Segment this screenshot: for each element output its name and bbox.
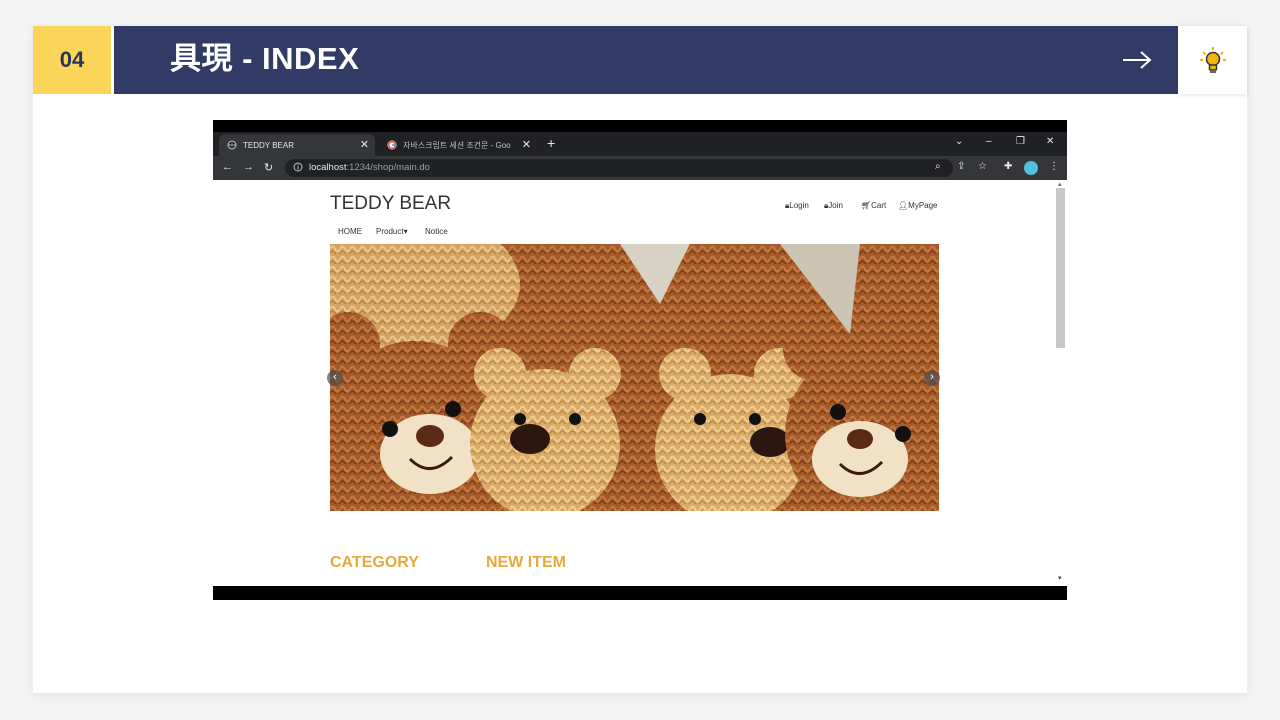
google-icon bbox=[387, 140, 397, 150]
teddy-bears-photo bbox=[330, 244, 939, 511]
section-number: 04 bbox=[59, 47, 85, 72]
web-page: TEDDY BEAR 🔒︎Login 🔒︎Join 🛒︎Cart 👤︎MyPag… bbox=[213, 180, 1067, 586]
title-bar: 具現 - INDEX bbox=[114, 26, 1178, 94]
site-brand[interactable]: TEDDY BEAR bbox=[330, 193, 451, 215]
carousel-next-icon[interactable]: › bbox=[924, 370, 940, 386]
scroll-down-icon[interactable]: ▾ bbox=[1058, 574, 1062, 582]
cart-link[interactable]: 🛒︎Cart bbox=[861, 201, 886, 210]
section-number-badge: 04 bbox=[33, 26, 111, 94]
url-text: localhost:1234/shop/main.do bbox=[309, 162, 430, 173]
reload-icon[interactable]: ↻ bbox=[264, 161, 273, 174]
browser-tab-label: 자바스크립트 세션 조건문 - Goo bbox=[403, 140, 511, 150]
menu-product[interactable]: Product▾ bbox=[376, 227, 408, 236]
globe-icon bbox=[227, 140, 237, 150]
mypage-label: MyPage bbox=[908, 201, 938, 210]
more-menu-icon[interactable]: ⋮ bbox=[1049, 161, 1059, 172]
lightbulb-icon bbox=[1199, 47, 1226, 73]
close-icon[interactable]: ✕ bbox=[522, 138, 531, 151]
browser-tab-strip: TEDDY BEAR ✕ 자바스크립트 세션 조건문 - Goo ✕ + ⌄ –… bbox=[213, 132, 1067, 156]
category-heading: CATEGORY bbox=[330, 554, 419, 571]
url-host: localhost bbox=[309, 162, 347, 173]
carousel-prev-icon[interactable]: ‹ bbox=[327, 370, 343, 386]
minimize-icon[interactable]: – bbox=[986, 136, 992, 147]
browser-tab-inactive[interactable]: 자바스크립트 세션 조건문 - Goo ✕ bbox=[379, 134, 537, 156]
forward-icon[interactable]: → bbox=[243, 161, 254, 173]
browser-screenshot: TEDDY BEAR ✕ 자바스크립트 세션 조건문 - Goo ✕ + ⌄ –… bbox=[213, 120, 1067, 600]
arrow-right-icon[interactable] bbox=[1122, 49, 1152, 71]
menu-home[interactable]: HOME bbox=[338, 227, 362, 236]
join-label: Join bbox=[828, 201, 843, 210]
login-link[interactable]: 🔒︎Login bbox=[785, 201, 809, 211]
window-close-icon[interactable]: ✕ bbox=[1046, 136, 1054, 147]
browser-toolbar: ← → ↻ localhost:1234/shop/main.do ⌕ ⇪ ☆ … bbox=[213, 156, 1067, 180]
url-path: :1234/shop/main.do bbox=[346, 162, 430, 173]
chevron-down-icon[interactable]: ⌄ bbox=[955, 136, 963, 147]
mypage-link[interactable]: 👤︎MyPage bbox=[898, 201, 938, 210]
menu-product-label: Product bbox=[376, 227, 404, 236]
address-bar[interactable]: localhost:1234/shop/main.do bbox=[285, 159, 953, 177]
browser-tab-label: TEDDY BEAR bbox=[243, 140, 294, 150]
login-label: Login bbox=[789, 201, 809, 210]
new-tab-icon[interactable]: + bbox=[547, 135, 555, 151]
restore-icon[interactable]: ❐ bbox=[1016, 136, 1025, 147]
scroll-up-icon[interactable]: ▴ bbox=[1058, 180, 1062, 188]
cart-label: Cart bbox=[871, 201, 887, 210]
caret-down-icon: ▾ bbox=[403, 227, 408, 236]
share-icon[interactable]: ⇪ bbox=[957, 161, 965, 172]
profile-avatar[interactable] bbox=[1024, 161, 1038, 175]
scrollbar-thumb[interactable] bbox=[1056, 188, 1065, 348]
idea-badge bbox=[1178, 26, 1247, 94]
browser-tab-active[interactable]: TEDDY BEAR ✕ bbox=[219, 134, 375, 156]
slide-title: 具現 - INDEX bbox=[170, 41, 360, 76]
close-icon[interactable]: ✕ bbox=[360, 138, 369, 151]
info-icon bbox=[293, 162, 303, 172]
join-link[interactable]: 🔒︎Join bbox=[824, 201, 843, 211]
zoom-icon[interactable]: ⌕ bbox=[935, 161, 941, 172]
extensions-icon[interactable]: ✚ bbox=[1004, 161, 1012, 172]
star-icon[interactable]: ☆ bbox=[978, 161, 987, 172]
banner-carousel[interactable] bbox=[330, 244, 939, 511]
new-item-heading: NEW ITEM bbox=[486, 554, 566, 571]
menu-notice[interactable]: Notice bbox=[425, 227, 448, 236]
back-icon[interactable]: ← bbox=[222, 161, 233, 173]
